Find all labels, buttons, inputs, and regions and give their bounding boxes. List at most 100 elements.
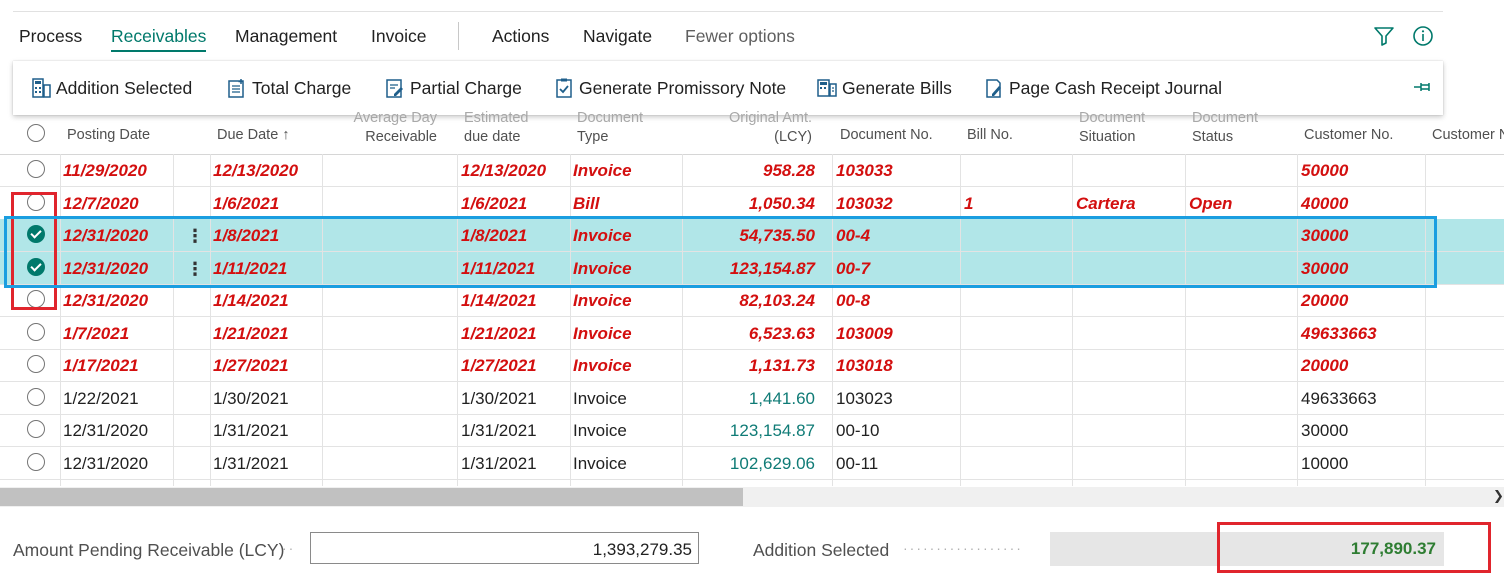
row-select-radio[interactable] [27, 160, 45, 178]
select-all-radio[interactable] [27, 124, 45, 142]
cell-original-amount[interactable]: 1,441.60 [690, 389, 815, 409]
cell-original-amount[interactable]: 958.28 [690, 161, 815, 181]
cell-est: 1/31/2021 [461, 453, 537, 473]
table-row[interactable]: 11/29/2020 12/13/2020 12/13/2020 Invoice 103… [0, 154, 1504, 187]
cell-type: Invoice [573, 291, 632, 310]
menu-invoice[interactable]: Invoice [371, 26, 426, 47]
col-document-type[interactable]: Document Type [577, 109, 643, 147]
cell-docno[interactable]: 103018 [836, 356, 893, 376]
fewer-options-button[interactable]: Fewer options [685, 26, 795, 47]
scrollbar-thumb[interactable] [0, 488, 743, 506]
clipboard-check-icon [556, 78, 572, 98]
action-bar: Addition Selected Total Charge Partial C… [13, 61, 1443, 115]
table-row[interactable]: 1/7/2021 1/21/2021 1/21/2021 Invoice 103009 4… [0, 317, 1504, 350]
row-select-radio[interactable] [27, 452, 45, 471]
amount-pending-field[interactable]: 1,393,279.35 [310, 532, 699, 564]
table-row[interactable]: 1/22/2021 1/30/2021 1/30/2021 Invoice 103023… [0, 382, 1504, 415]
cell-posting: 12/31/2020 [63, 291, 149, 310]
col-estimated-due-date[interactable]: Estimated due date [464, 109, 528, 147]
cell-original-amount[interactable]: 1,050.34 [690, 194, 815, 214]
cell-type: Bill [573, 193, 600, 213]
cell-posting: 12/31/2020 [63, 453, 149, 473]
cell-docno[interactable]: 00-8 [836, 291, 870, 311]
cell-original-amount[interactable]: 102,629.06 [690, 454, 815, 474]
cell-est: 1/6/2021 [461, 193, 528, 213]
filter-icon[interactable] [1372, 24, 1396, 48]
cell-est: 12/13/2020 [461, 161, 547, 180]
partial-charge-action[interactable]: Partial Charge [384, 77, 522, 99]
cell-docno[interactable]: 103032 [836, 194, 893, 214]
orig-amt-header-top: Original Amt. [729, 110, 812, 126]
column-divider [322, 154, 323, 486]
col-original-amt[interactable]: Original Amt. (LCY) [700, 109, 812, 147]
calculator-icon [32, 78, 51, 98]
cell-original-amount[interactable]: 123,154.87 [690, 421, 815, 441]
column-divider [457, 154, 458, 486]
grid-header: Posting Date Due Date ↑ Average Day Recei… [0, 110, 1504, 155]
generate-bills-label: Generate Bills [842, 77, 952, 98]
row-select-radio[interactable] [27, 387, 45, 406]
menu-actions[interactable]: Actions [492, 26, 549, 47]
cell-docno[interactable]: 103009 [836, 324, 893, 344]
avg-day-header-top: Average Day [353, 110, 437, 126]
avg-day-header-bottom: Receivable [365, 129, 437, 145]
page-cash-receipt-journal-action[interactable]: Page Cash Receipt Journal [983, 77, 1222, 99]
cell-due: 1/31/2021 [213, 453, 289, 473]
table-row[interactable]: 12/31/2020 1/14/2021 1/14/2021 Invoice 00-8 2… [0, 284, 1504, 317]
row-select-radio[interactable] [27, 322, 45, 341]
col-customer-no[interactable]: Customer No. [1304, 126, 1393, 145]
cell-docno[interactable]: 00-11 [836, 454, 878, 474]
menu-process[interactable]: Process [19, 26, 82, 47]
cell-docno[interactable]: 00-10 [836, 421, 879, 441]
total-charge-label: Total Charge [252, 77, 352, 98]
column-divider [960, 154, 961, 486]
menu-navigate[interactable]: Navigate [583, 26, 652, 47]
menu-management[interactable]: Management [235, 26, 337, 47]
doc-situation-header-bottom: Situation [1079, 129, 1136, 145]
cell-docno[interactable]: 103023 [836, 389, 893, 409]
col-avg-day-receivable[interactable]: Average Day Receivable [352, 109, 437, 147]
cell-type: Invoice [573, 421, 627, 440]
menu-receivables[interactable]: Receivables [111, 26, 207, 52]
due-date-header-label: Due Date [217, 127, 279, 143]
cell-original-amount[interactable]: 6,523.63 [690, 324, 815, 344]
column-divider [570, 154, 571, 486]
table-row[interactable]: 1/17/2021 1/27/2021 1/27/2021 Invoice 103018… [0, 349, 1504, 382]
bills-icon [817, 79, 837, 97]
cell-status: Open [1189, 193, 1233, 213]
table-row[interactable]: 12/7/2020 1/6/2021 1/6/2021 Bill 103032 1 Cart… [0, 187, 1504, 220]
generate-bills-action[interactable]: Generate Bills [816, 77, 952, 99]
selected-rows-highlight-annotation [4, 216, 1437, 288]
col-due-date[interactable]: Due Date ↑ [217, 126, 290, 145]
col-posting-date[interactable]: Posting Date [67, 126, 150, 145]
row-select-radio[interactable] [27, 355, 45, 373]
col-document-situation[interactable]: Document Situation [1079, 109, 1145, 147]
scroll-right-icon[interactable]: ❯ [1493, 488, 1504, 504]
pin-icon[interactable] [1413, 79, 1435, 100]
cell-docno[interactable]: 103033 [836, 161, 893, 181]
col-document-status[interactable]: Document Status [1192, 109, 1258, 147]
cell-posting: 12/7/2020 [63, 193, 139, 213]
menu-separator [458, 22, 459, 50]
top-divider [13, 11, 1443, 12]
info-icon[interactable] [1411, 24, 1435, 48]
document-edit-icon [386, 79, 403, 98]
addition-selected-action[interactable]: Addition Selected [30, 77, 192, 99]
cell-type: Invoice [573, 161, 632, 180]
cell-type: Invoice [573, 323, 632, 343]
cell-original-amount[interactable]: 82,103.24 [690, 291, 815, 311]
cell-posting: 11/29/2020 [63, 161, 147, 180]
cell-posting: 1/22/2021 [63, 388, 139, 408]
col-document-no[interactable]: Document No. [840, 126, 933, 145]
row-select-radio[interactable] [27, 420, 45, 438]
table-row[interactable]: 12/31/2020 1/31/2021 1/31/2021 Invoice 00-11… [0, 447, 1504, 480]
table-row[interactable]: 12/31/2020 1/31/2021 1/31/2021 Invoice 00-10… [0, 414, 1504, 447]
col-bill-no[interactable]: Bill No. [967, 126, 1013, 145]
partial-charge-label: Partial Charge [410, 77, 522, 98]
label-dots: ·· [282, 540, 296, 556]
generate-promissory-note-action[interactable]: Generate Promissory Note [553, 77, 786, 99]
cell-customer: 20000 [1301, 291, 1349, 310]
total-charge-action[interactable]: Total Charge [226, 77, 351, 99]
col-customer-name[interactable]: Customer N [1432, 126, 1504, 145]
cell-original-amount[interactable]: 1,131.73 [690, 356, 815, 376]
